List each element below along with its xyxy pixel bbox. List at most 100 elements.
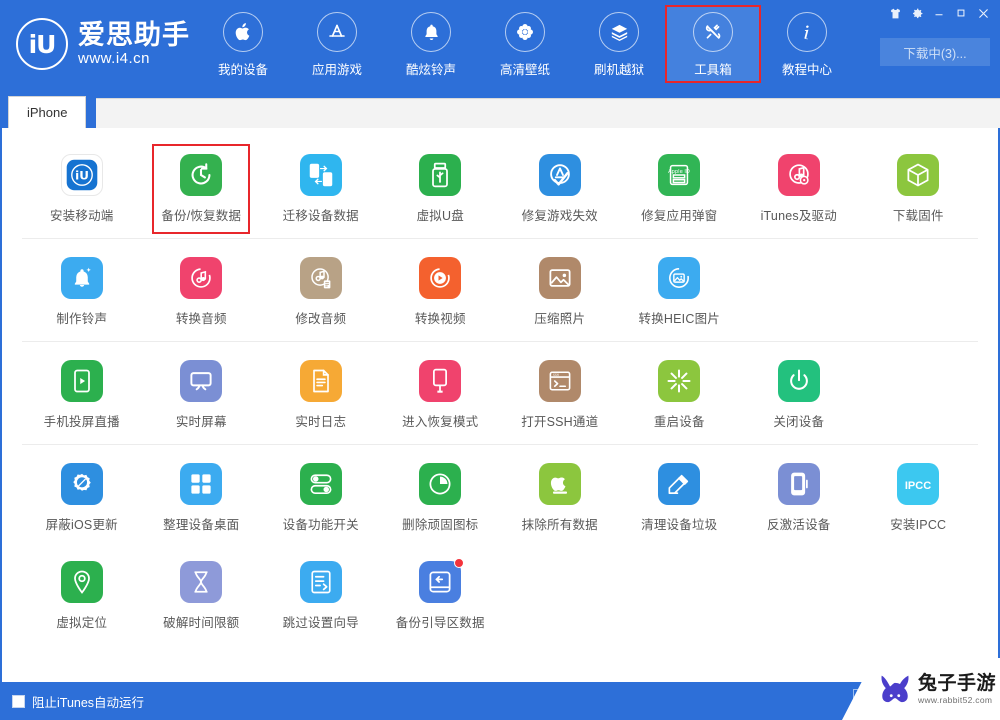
tool-convert-audio[interactable]: 转换音频	[142, 253, 262, 329]
tool-power-off[interactable]: 关闭设备	[739, 356, 859, 432]
brand-logo: iU 爱思助手 www.i4.cn	[16, 18, 190, 70]
checkbox-box[interactable]	[12, 694, 25, 708]
restart-device-icon	[658, 360, 701, 402]
tool-backup-restore[interactable]: 备份/恢复数据	[142, 150, 262, 226]
tool-fix-game[interactable]: 修复游戏失效	[500, 150, 620, 226]
ssh-terminal-icon: SSH	[538, 360, 581, 402]
box-flash-icon	[599, 12, 639, 52]
make-ringtone-icon	[60, 257, 103, 299]
compress-photo-icon	[538, 257, 581, 299]
bell-icon	[411, 12, 451, 52]
appstore-icon	[317, 12, 357, 52]
tool-recovery-mode[interactable]: 进入恢复模式	[381, 356, 501, 432]
tool-label: 修复游戏失效	[521, 209, 598, 223]
tool-skip-setup[interactable]: 跳过设置向导	[261, 557, 381, 633]
gear-icon[interactable]	[906, 2, 928, 24]
minimize-icon[interactable]	[928, 2, 950, 24]
tool-label: 实时屏幕	[175, 415, 227, 429]
brand-url: www.i4.cn	[78, 50, 151, 68]
notification-badge	[454, 558, 465, 568]
app-window: iU 爱思助手 www.i4.cn 我的设备 应用游戏 酷炫铃声 高清壁纸 刷机…	[0, 0, 1000, 720]
tool-organize-desktop[interactable]: 整理设备桌面	[142, 459, 262, 535]
tool-erase-all-data[interactable]: 抹除所有数据	[500, 459, 620, 535]
tool-migrate-data[interactable]: 迁移设备数据	[261, 150, 381, 226]
migrate-device-icon	[299, 154, 342, 196]
tool-compress-photo[interactable]: 压缩照片	[500, 253, 620, 329]
tool-install-mobile[interactable]: iU 安装移动端	[22, 150, 142, 226]
tool-virtual-location[interactable]: 虚拟定位	[22, 557, 142, 633]
tool-label: 压缩照片	[534, 312, 586, 326]
tool-time-limit[interactable]: 破解时间限额	[142, 557, 262, 633]
convert-video-icon	[419, 257, 462, 299]
tool-realtime-log[interactable]: 实时日志	[261, 356, 381, 432]
tool-label: 删除顽固图标	[402, 518, 479, 532]
tool-label: 手机投屏直播	[43, 415, 120, 429]
nav-item-flash-jailbreak[interactable]: 刷机越狱	[572, 6, 666, 82]
tool-deactivate-device[interactable]: 反激活设备	[739, 459, 859, 535]
tool-label: 下载固件	[892, 209, 944, 223]
nav-item-toolbox[interactable]: 工具箱	[665, 5, 761, 83]
tool-label: 修复应用弹窗	[641, 209, 718, 223]
tool-block-ios-update[interactable]: 屏蔽iOS更新	[22, 459, 142, 535]
tool-label: 虚拟U盘	[416, 209, 464, 223]
recovery-mode-icon	[419, 360, 462, 402]
tool-label: 清理设备垃圾	[641, 518, 718, 532]
tool-feature-toggle[interactable]: 设备功能开关	[261, 459, 381, 535]
tool-virtual-usb[interactable]: 虚拟U盘	[381, 150, 501, 226]
status-bar: 阻止iTunes自动运行 意见反馈 微信	[0, 682, 1000, 720]
close-icon[interactable]	[972, 2, 994, 24]
tool-convert-heic[interactable]: 转换HEIC图片	[620, 253, 740, 329]
toolbox-grid: iU 安装移动端 备份/恢复数据 迁移设备数据 虚拟U盘 修复游戏失效 Appl…	[2, 128, 998, 682]
fix-game-icon	[538, 154, 581, 196]
toolbox-icon	[693, 12, 733, 52]
skin-icon[interactable]	[884, 2, 906, 24]
clean-junk-icon	[658, 463, 701, 505]
edit-audio-icon	[299, 257, 342, 299]
nav-label: 应用游戏	[311, 63, 362, 77]
tool-ssh-channel[interactable]: SSH 打开SSH通道	[500, 356, 620, 432]
feedback-button[interactable]: 意见反馈	[852, 689, 929, 713]
realtime-screen-icon	[180, 360, 223, 402]
convert-heic-icon	[658, 257, 701, 299]
tool-label: 制作铃声	[56, 312, 108, 326]
tool-edit-audio[interactable]: 修改音频	[261, 253, 381, 329]
tool-install-ipcc[interactable]: IPCC 安装IPCC	[859, 459, 979, 535]
tool-label: 设备功能开关	[282, 518, 359, 532]
maximize-icon[interactable]	[950, 2, 972, 24]
apple-icon	[223, 12, 263, 52]
nav-item-tutorials[interactable]: 教程中心	[760, 6, 854, 82]
tool-clean-junk[interactable]: 清理设备垃圾	[620, 459, 740, 535]
wechat-button[interactable]: 微信	[936, 689, 988, 713]
tab-iphone[interactable]: iPhone	[8, 96, 87, 128]
nav-label: 教程中心	[781, 63, 832, 77]
tool-download-firmware[interactable]: 下载固件	[859, 150, 979, 226]
apple-id-icon: Apple ID	[658, 154, 701, 196]
block-itunes-checkbox[interactable]: 阻止iTunes自动运行	[12, 692, 144, 711]
tool-backup-boot-data[interactable]: 备份引导区数据	[381, 557, 501, 633]
flower-icon	[505, 12, 545, 52]
tool-group-1: iU 安装移动端 备份/恢复数据 迁移设备数据 虚拟U盘 修复游戏失效 Appl…	[22, 136, 978, 239]
tool-label: 转换视频	[414, 312, 466, 326]
nav-item-ringtones[interactable]: 酷炫铃声	[384, 6, 478, 82]
install-ipcc-icon: IPCC	[897, 463, 940, 505]
tool-label: 修改音频	[295, 312, 347, 326]
tool-realtime-screen[interactable]: 实时屏幕	[142, 356, 262, 432]
tool-convert-video[interactable]: 转换视频	[381, 253, 501, 329]
tool-delete-stubborn-icon[interactable]: 删除顽固图标	[381, 459, 501, 535]
tool-label: 整理设备桌面	[163, 518, 240, 532]
tool-restart-device[interactable]: 重启设备	[620, 356, 740, 432]
skip-setup-icon	[299, 561, 342, 603]
nav-label: 酷炫铃声	[405, 63, 456, 77]
tool-make-ringtone[interactable]: 制作铃声	[22, 253, 142, 329]
tool-fix-popup[interactable]: Apple ID 修复应用弹窗	[620, 150, 740, 226]
nav-label: 刷机越狱	[593, 63, 644, 77]
tool-itunes-driver[interactable]: iTunes及驱动	[739, 150, 859, 226]
nav-item-apps-games[interactable]: 应用游戏	[290, 6, 384, 82]
tool-label: 屏蔽iOS更新	[45, 518, 118, 532]
feature-toggle-icon	[299, 463, 342, 505]
nav-item-wallpapers[interactable]: 高清壁纸	[478, 6, 572, 82]
nav-item-my-device[interactable]: 我的设备	[196, 6, 290, 82]
download-status-button[interactable]: 下载中(3)...	[880, 38, 990, 66]
tool-screen-cast[interactable]: 手机投屏直播	[22, 356, 142, 432]
tool-label: 打开SSH通道	[521, 415, 599, 429]
